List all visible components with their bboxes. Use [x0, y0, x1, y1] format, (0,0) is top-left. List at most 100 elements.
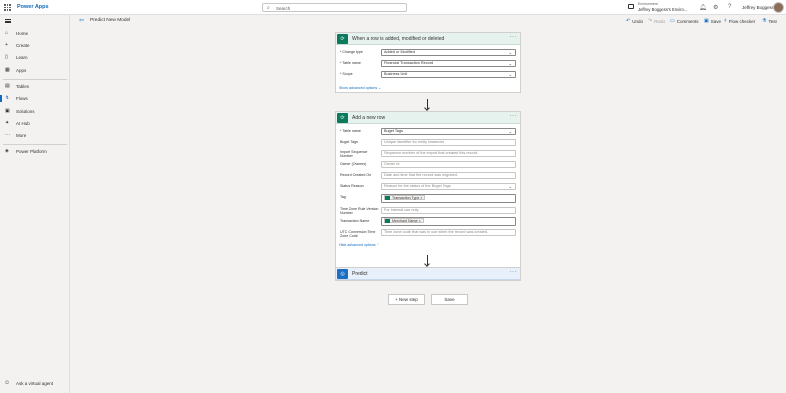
- dynamic-content-token[interactable]: Transaction Type ×: [384, 195, 426, 200]
- table-icon: ▤: [5, 83, 10, 89]
- field-value: Added or Modified: [384, 50, 415, 54]
- user-name[interactable]: Jeffrey Boggess: [742, 5, 774, 10]
- redo-label: Redo: [654, 18, 665, 24]
- dataverse-logo-icon: [385, 219, 390, 223]
- sidebar-item-create[interactable]: + Create: [0, 41, 70, 51]
- token-label: Merchant Name: [392, 219, 418, 223]
- owner-input[interactable]: Owner Id: [381, 161, 516, 168]
- book-icon: ▯: [5, 54, 8, 60]
- flow-name: Predict New Model: [90, 18, 131, 23]
- more-options-icon[interactable]: ···: [510, 269, 518, 275]
- sidebar-item-solutions[interactable]: ▣ Solutions: [0, 107, 70, 117]
- chevron-down-icon: ⌄: [508, 184, 512, 189]
- field-value: Financial Transaction Record: [384, 61, 434, 65]
- save-flow-button[interactable]: Save: [431, 294, 468, 305]
- trigger-title: When a row is added, modified or deleted: [352, 36, 445, 42]
- predict-card[interactable]: ◎ Predict ···: [335, 267, 521, 281]
- undo-icon: ↶: [626, 18, 631, 24]
- flow-checker-button[interactable]: ⚕ Flow checker: [724, 18, 755, 24]
- solutions-icon: ▣: [5, 108, 10, 114]
- field-placeholder: Time zone code that was in use when the …: [384, 230, 489, 234]
- add-row-card[interactable]: ⟳ Add a new row ··· * Table name Buget T…: [335, 111, 521, 269]
- chevron-down-icon: ⌄: [508, 61, 512, 66]
- field-label: Record Created On: [340, 173, 372, 177]
- chevron-down-icon: ⌄: [508, 129, 512, 134]
- field-placeholder: Date and time that the record was migrat…: [384, 173, 458, 177]
- hamburger-icon[interactable]: [5, 19, 11, 23]
- utc-conversion-time-zone-code-input[interactable]: Time zone code that was in use when the …: [381, 229, 516, 236]
- table-name-dropdown[interactable]: Financial Transaction Record ⌄: [381, 60, 516, 67]
- hide-advanced-options-link[interactable]: Hide advanced options ⌃: [339, 243, 380, 247]
- bell-icon[interactable]: 🔔︎: [699, 4, 707, 11]
- tag-input[interactable]: Transaction Type ×: [381, 194, 516, 203]
- sidebar-item-home[interactable]: ⌂ Home: [0, 29, 70, 39]
- redo-button[interactable]: ↷ Redo: [648, 18, 665, 24]
- field-label: * Change type: [340, 50, 363, 54]
- test-button[interactable]: ⚗ Test: [762, 18, 777, 24]
- sidebar: ⌂ Home + Create ▯ Learn ▦ Apps ▤ Tables …: [0, 15, 70, 393]
- flow-icon: ↯: [5, 95, 10, 101]
- sidebar-item-label: Learn: [16, 55, 28, 60]
- search-box[interactable]: ⌕ Search: [262, 3, 407, 12]
- token-label: Transaction Type: [392, 196, 420, 200]
- chevron-down-icon: ⌄: [508, 72, 512, 77]
- status-reason-dropdown[interactable]: Reason for the status of the Buget Tags …: [381, 183, 516, 190]
- environment-name: Jeffrey Boggess's Enviro...: [638, 7, 688, 12]
- sidebar-item-learn[interactable]: ▯ Learn: [0, 53, 70, 63]
- undo-button[interactable]: ↶ Undo: [626, 18, 643, 24]
- import-sequence-number-input[interactable]: Sequence number of the import that creat…: [381, 150, 516, 157]
- back-arrow-icon[interactable]: ⇦: [79, 17, 84, 24]
- show-advanced-options-link[interactable]: Show advanced options ⌄: [339, 86, 381, 90]
- field-placeholder: Unique identifier for entity instances: [384, 140, 445, 144]
- more-options-icon[interactable]: ···: [510, 113, 518, 119]
- comments-button[interactable]: ▭ Comments: [670, 18, 699, 24]
- search-icon: ⌕: [267, 5, 270, 11]
- app-title[interactable]: Power Apps: [17, 4, 49, 10]
- field-label: Status Reason: [340, 184, 364, 188]
- field-label: * Table name: [340, 61, 361, 65]
- transaction-name-input[interactable]: Merchant Name ×: [381, 217, 516, 226]
- environment-icon: [628, 4, 634, 9]
- field-label: Owner (Owners): [340, 162, 367, 166]
- help-icon[interactable]: ?: [728, 4, 731, 10]
- divider: [3, 144, 67, 145]
- dynamic-content-token[interactable]: Merchant Name ×: [384, 218, 424, 223]
- field-label: Transaction Name: [340, 219, 370, 223]
- table-name-dropdown[interactable]: Buget Tags ⌄: [381, 128, 516, 135]
- field-label: Tag: [340, 195, 346, 199]
- new-step-button[interactable]: + New step: [388, 294, 425, 305]
- scope-dropdown[interactable]: Business Unit ⌄: [381, 71, 516, 78]
- predict-card-header[interactable]: ◎ Predict ···: [336, 268, 520, 280]
- field-placeholder: For internal use only.: [384, 208, 420, 212]
- trigger-card[interactable]: ⟳ When a row is added, modified or delet…: [335, 32, 521, 93]
- more-options-icon[interactable]: ···: [510, 34, 518, 40]
- sidebar-item-label: Power Platform: [16, 149, 47, 154]
- add-row-card-header[interactable]: ⟳ Add a new row ···: [336, 112, 520, 124]
- active-indicator: [0, 95, 2, 102]
- field-label: UTC Conversion Time Zone Code: [340, 230, 376, 238]
- sidebar-item-ai-hub[interactable]: ✦ AI Hub: [0, 119, 70, 129]
- time-zone-rule-version-number-input[interactable]: For internal use only.: [381, 207, 516, 214]
- dataverse-logo-icon: ⟳: [337, 113, 348, 123]
- sidebar-item-apps[interactable]: ▦ Apps: [0, 66, 70, 76]
- divider: [3, 79, 67, 80]
- save-button[interactable]: ▣ Save: [704, 18, 721, 24]
- save-label: Save: [710, 18, 721, 24]
- record-created-on-input[interactable]: Date and time that the record was migrat…: [381, 172, 516, 179]
- sidebar-item-label: More: [16, 133, 27, 138]
- chat-icon: ☺: [4, 380, 11, 386]
- gear-icon[interactable]: ⚙: [713, 4, 718, 11]
- trigger-card-header[interactable]: ⟳ When a row is added, modified or delet…: [336, 33, 520, 45]
- sidebar-item-power-platform[interactable]: ◈ Power Platform: [0, 147, 70, 157]
- buget-tags-input[interactable]: Unique identifier for entity instances: [381, 139, 516, 146]
- field-placeholder: Owner Id: [384, 162, 400, 166]
- app-launcher-icon[interactable]: [4, 4, 11, 11]
- search-placeholder: Search: [276, 6, 291, 11]
- test-label: Test: [768, 18, 777, 24]
- field-label: * Table name: [340, 129, 361, 133]
- sidebar-item-more[interactable]: ··· More: [0, 131, 70, 141]
- avatar[interactable]: [773, 2, 784, 13]
- change-type-dropdown[interactable]: Added or Modified ⌄: [381, 49, 516, 56]
- sidebar-item-flows[interactable]: ↯ Flows: [0, 94, 70, 104]
- sidebar-item-tables[interactable]: ▤ Tables: [0, 82, 70, 92]
